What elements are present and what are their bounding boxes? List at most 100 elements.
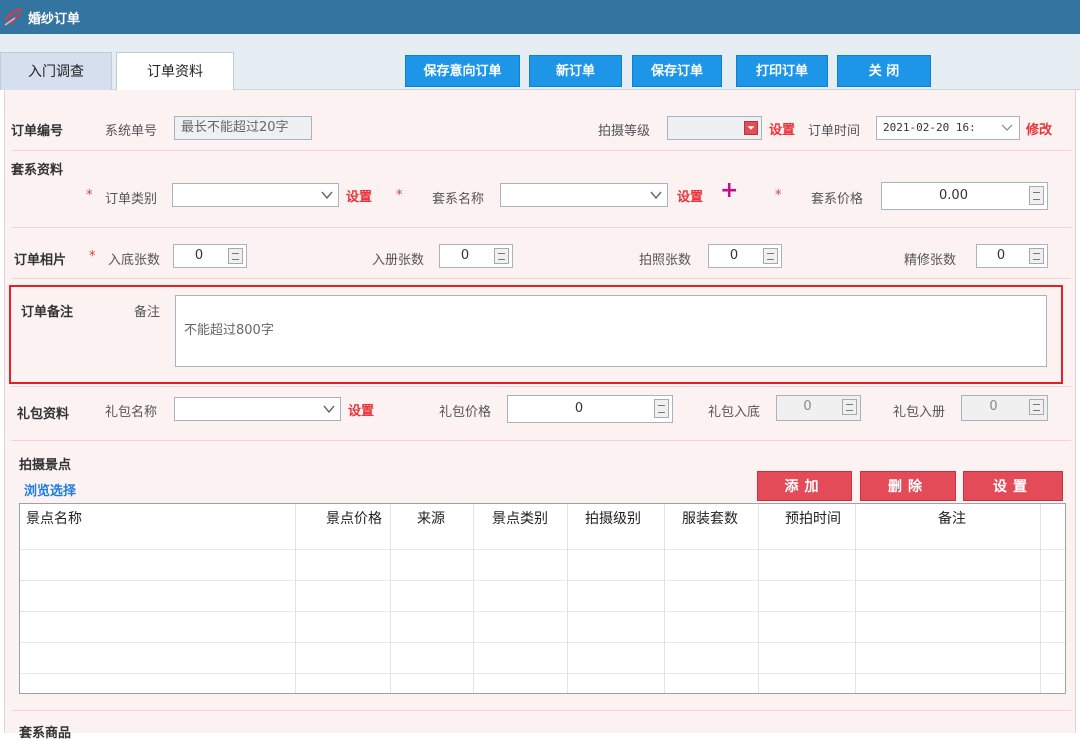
album-count-stepper[interactable]: 0 xyxy=(439,244,513,268)
required-mark: * xyxy=(396,188,403,203)
retouch-count-stepper[interactable]: 0 xyxy=(976,244,1048,268)
shoot-grade-select[interactable] xyxy=(667,116,762,140)
order-type-set-link[interactable]: 设置 xyxy=(346,186,372,205)
remark-section-label: 订单备注 xyxy=(21,305,74,320)
close-button[interactable]: 关 闭 xyxy=(837,55,931,87)
goods-section-label: 套系商品 xyxy=(19,726,72,741)
gift-name-label: 礼包名称 xyxy=(105,405,158,420)
gift-name-select[interactable] xyxy=(174,397,341,421)
column-header-shoot-level[interactable]: 拍摄级别 xyxy=(585,504,641,535)
add-scene-button[interactable]: 添加 xyxy=(757,471,852,501)
package-price-label: 套系价格 xyxy=(811,192,864,207)
divider xyxy=(11,440,1071,441)
system-no-label: 系统单号 xyxy=(105,124,158,139)
column-header-planned-time[interactable]: 预拍时间 xyxy=(785,504,841,535)
shot-count-stepper[interactable]: 0 xyxy=(708,244,782,268)
stepper-arrows[interactable] xyxy=(494,248,509,264)
stepper-arrows[interactable] xyxy=(654,399,669,418)
app-logo-icon xyxy=(4,8,23,26)
package-name-set-link[interactable]: 设置 xyxy=(677,186,703,205)
chevron-down-icon xyxy=(323,405,335,414)
divider xyxy=(11,227,1071,228)
column-header-scene-type[interactable]: 景点类别 xyxy=(492,504,548,535)
tab-order-info[interactable]: 订单资料 xyxy=(116,52,234,91)
gift-price-label: 礼包价格 xyxy=(439,405,492,420)
order-time-picker[interactable]: 2021-02-20 16: xyxy=(876,116,1020,140)
base-count-value: 0 xyxy=(194,248,204,263)
shot-count-value: 0 xyxy=(729,248,739,263)
required-mark: * xyxy=(86,188,93,203)
order-no-section-label: 订单编号 xyxy=(11,124,64,139)
stepper-arrows[interactable] xyxy=(842,399,857,415)
gift-base-label: 礼包入底 xyxy=(708,405,761,420)
chevron-down-icon xyxy=(650,191,662,200)
package-price-value: 0.00 xyxy=(939,188,968,203)
base-count-label: 入底张数 xyxy=(108,253,161,268)
column-header-costume-count[interactable]: 服装套数 xyxy=(682,504,738,535)
remark-label: 备注 xyxy=(134,305,161,320)
package-name-label: 套系名称 xyxy=(432,192,485,207)
base-count-stepper[interactable]: 0 xyxy=(173,244,247,268)
photos-section-label: 订单相片 xyxy=(14,253,67,268)
gift-base-value: 0 xyxy=(803,399,812,414)
tab-toolbar-strip: 入门调查 订单资料 保存意向订单 新订单 保存订单 打印订单 关 闭 xyxy=(0,34,1080,91)
album-count-value: 0 xyxy=(460,248,470,263)
order-type-select[interactable] xyxy=(172,183,339,207)
browse-select-link[interactable]: 浏览选择 xyxy=(24,480,76,499)
required-mark: * xyxy=(89,249,96,264)
stepper-arrows[interactable] xyxy=(763,248,778,264)
column-header-scene-name[interactable]: 景点名称 xyxy=(26,504,82,535)
save-order-button[interactable]: 保存订单 xyxy=(632,55,722,87)
gift-album-stepper[interactable]: 0 xyxy=(961,395,1048,421)
scenes-section-label: 拍摄景点 xyxy=(19,458,72,473)
gift-name-set-link[interactable]: 设置 xyxy=(348,400,374,419)
gift-price-value: 0 xyxy=(574,401,584,416)
order-time-value: 2021-02-20 16: xyxy=(883,121,976,134)
gift-album-label: 礼包入册 xyxy=(893,405,946,420)
package-price-stepper[interactable]: 0.00 xyxy=(881,182,1048,210)
order-type-label: 订单类别 xyxy=(105,192,158,207)
chevron-down-icon xyxy=(1001,124,1013,131)
retouch-count-value: 0 xyxy=(996,248,1006,263)
divider xyxy=(11,278,1071,279)
window-title: 婚纱订单 xyxy=(28,12,81,27)
add-package-plus-icon[interactable]: + xyxy=(720,180,738,202)
stepper-arrows[interactable] xyxy=(1029,399,1044,415)
package-name-select[interactable] xyxy=(500,183,668,207)
shoot-grade-label: 拍摄等级 xyxy=(598,124,651,139)
album-count-label: 入册张数 xyxy=(372,253,425,268)
stepper-arrows[interactable] xyxy=(1029,248,1044,264)
order-time-label: 订单时间 xyxy=(808,124,861,139)
gift-album-value: 0 xyxy=(989,399,998,414)
order-form: 订单编号 系统单号 最长不能超过20字 拍摄等级 设置 订单时间 2021-02… xyxy=(4,90,1076,741)
delete-scene-button[interactable]: 删除 xyxy=(860,471,956,501)
remark-textarea[interactable]: 不能超过800字 xyxy=(175,295,1047,367)
save-intent-order-button[interactable]: 保存意向订单 xyxy=(405,55,520,87)
column-header-remark[interactable]: 备注 xyxy=(938,504,966,535)
chevron-down-icon xyxy=(321,191,333,200)
retouch-count-label: 精修张数 xyxy=(904,253,957,268)
divider xyxy=(11,150,1071,151)
tab-intro-survey[interactable]: 入门调查 xyxy=(0,52,112,90)
gift-base-stepper[interactable]: 0 xyxy=(776,395,861,421)
divider xyxy=(11,386,1071,387)
stepper-arrows[interactable] xyxy=(1029,186,1044,205)
new-order-button[interactable]: 新订单 xyxy=(529,55,622,87)
chevron-down-icon xyxy=(744,121,758,135)
gift-section-label: 礼包资料 xyxy=(17,407,70,422)
stepper-arrows[interactable] xyxy=(228,248,243,264)
required-mark: * xyxy=(775,188,782,203)
shoot-grade-set-link[interactable]: 设置 xyxy=(769,119,795,138)
print-order-button[interactable]: 打印订单 xyxy=(736,55,828,87)
scenes-table[interactable]: 景点名称 景点价格 来源 景点类别 拍摄级别 服装套数 预拍时间 备注 xyxy=(19,503,1066,694)
column-header-scene-price[interactable]: 景点价格 xyxy=(326,504,382,535)
package-section-label: 套系资料 xyxy=(11,163,64,178)
gift-price-stepper[interactable]: 0 xyxy=(507,395,673,423)
title-bar: 婚纱订单 xyxy=(0,0,1080,34)
modify-time-link[interactable]: 修改 xyxy=(1026,119,1052,138)
shot-count-label: 拍照张数 xyxy=(639,253,692,268)
system-no-field[interactable]: 最长不能超过20字 xyxy=(174,116,312,140)
divider xyxy=(11,710,1071,711)
scene-setup-button[interactable]: 设置 xyxy=(963,471,1063,501)
column-header-source[interactable]: 来源 xyxy=(417,504,445,535)
